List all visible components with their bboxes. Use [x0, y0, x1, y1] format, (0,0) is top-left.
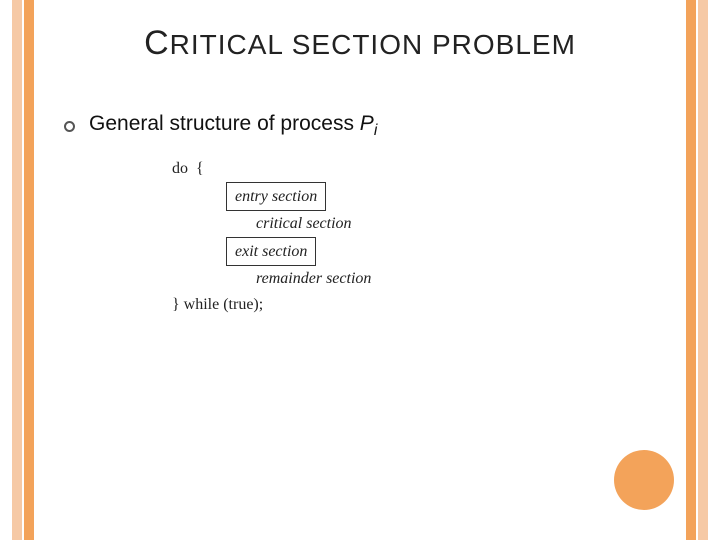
process-symbol: P: [360, 112, 374, 135]
bullet-marker-icon: [64, 121, 75, 132]
left-stripe-inner: [24, 0, 34, 540]
bullet-text: General structure of process Pi: [89, 112, 377, 140]
code-do-open: do {: [172, 156, 371, 182]
title-lead-cap: C: [144, 24, 170, 62]
code-entry-row: entry section: [172, 182, 371, 212]
critical-section-text: critical section: [256, 215, 352, 232]
title-rest: RITICAL SECTION PROBLEM: [170, 29, 576, 60]
bullet-prefix: General structure of process: [89, 112, 360, 135]
decorative-circle-icon: [614, 450, 674, 510]
right-stripe-outer: [698, 0, 708, 540]
code-do-keyword: do {: [172, 160, 204, 177]
code-exit-row: exit section: [172, 237, 371, 267]
code-close-row: } while (true);: [172, 292, 371, 318]
process-subscript: i: [374, 122, 378, 139]
right-stripe-inner: [686, 0, 696, 540]
bullet-row: General structure of process Pi: [64, 112, 660, 140]
pseudocode-block: do { entry section critical section exit…: [172, 156, 371, 318]
remainder-section-text: remainder section: [256, 270, 371, 287]
slide-title: CRITICAL SECTION PROBLEM: [0, 24, 720, 63]
code-critical-row: critical section: [172, 211, 371, 237]
code-remainder-row: remainder section: [172, 266, 371, 292]
exit-section-box: exit section: [226, 237, 316, 267]
left-stripe-outer: [12, 0, 22, 540]
entry-section-box: entry section: [226, 182, 326, 212]
code-while-keyword: } while (true);: [172, 296, 263, 313]
